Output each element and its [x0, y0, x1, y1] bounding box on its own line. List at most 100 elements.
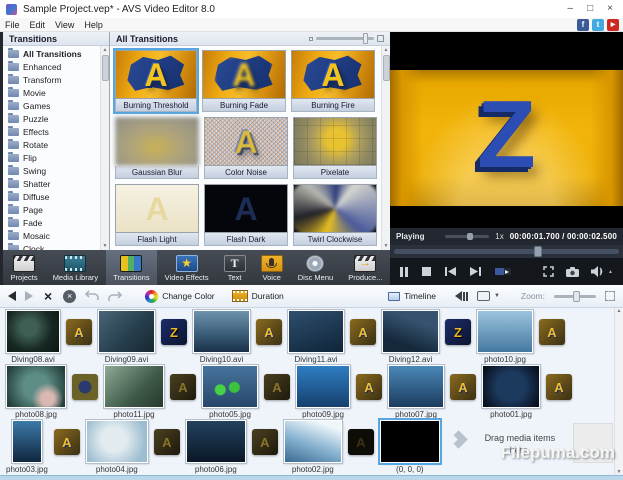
media-item-diving08-avi[interactable]: Diving08.avi	[6, 310, 60, 364]
menu-view[interactable]: View	[55, 20, 74, 30]
transition-mini[interactable]	[72, 374, 98, 400]
media-item-photo07-jpg[interactable]: photo07.jpg	[388, 365, 444, 419]
sidebar-item-enhanced[interactable]: Enhanced	[3, 60, 100, 73]
menu-edit[interactable]: Edit	[30, 20, 46, 30]
seek-handle[interactable]	[534, 246, 542, 257]
media-item-photo01-jpg[interactable]: photo01.jpg	[482, 365, 540, 419]
facebook-icon[interactable]: f	[577, 19, 589, 31]
timeline-scrollbar[interactable]: ▲ ▼	[614, 308, 623, 475]
transition-mini[interactable]: A	[348, 429, 374, 455]
redo-icon[interactable]	[108, 291, 122, 302]
seek-bar[interactable]	[390, 245, 623, 258]
maximize-button[interactable]: □	[587, 4, 593, 14]
transition-color-noise[interactable]: AColor Noise	[203, 116, 289, 180]
volume-expander-icon[interactable]: ▲	[608, 269, 613, 275]
scroll-down-icon[interactable]: ▼	[384, 242, 389, 250]
previous-frame-button[interactable]	[445, 267, 456, 276]
sidebar-item-puzzle[interactable]: Puzzle	[3, 112, 100, 125]
snapshot-button[interactable]	[566, 267, 579, 277]
media-item-photo09-jpg[interactable]: photo09.jpg	[296, 365, 350, 419]
transition-flash-dark[interactable]: AFlash Dark	[203, 183, 289, 247]
tab-text[interactable]: TText	[216, 250, 253, 285]
media-item-photo05-jpg[interactable]: photo05.jpg	[202, 365, 258, 419]
timeline-view-button[interactable]: Timeline	[388, 291, 436, 301]
transition-mini[interactable]: A	[170, 374, 196, 400]
scroll-up-icon[interactable]: ▲	[384, 46, 389, 54]
change-color-button[interactable]: Change Color	[145, 290, 214, 303]
sidebar-item-shatter[interactable]: Shatter	[3, 177, 100, 190]
close-button[interactable]: ×	[607, 4, 613, 14]
timeline-zoom-slider[interactable]	[554, 295, 596, 298]
speed-slider[interactable]	[445, 235, 489, 238]
transition-burning-fire[interactable]: ABurning Fire	[290, 49, 376, 113]
transition-flash-light[interactable]: AFlash Light	[114, 183, 200, 247]
tab-video-effects[interactable]: ★Video Effects	[157, 250, 216, 285]
scroll-thumb[interactable]	[383, 55, 390, 81]
scroll-up-icon[interactable]: ▲	[103, 46, 108, 54]
thumbnail-size-slider[interactable]	[309, 35, 384, 42]
sidebar-item-swing[interactable]: Swing	[3, 164, 100, 177]
sidebar-item-games[interactable]: Games	[3, 99, 100, 112]
delete-icon[interactable]: ×	[44, 289, 52, 303]
transition-mini[interactable]: A	[154, 429, 180, 455]
tab-transitions[interactable]: Transitions	[106, 250, 157, 285]
media-item-0-0-0[interactable]: (0, 0, 0)	[380, 420, 440, 474]
transition-mini[interactable]: A	[252, 429, 278, 455]
transition-mini[interactable]: A	[256, 319, 282, 345]
transition-burning-fade[interactable]: ABurning Fade	[201, 49, 287, 113]
delete-all-icon[interactable]: ×	[63, 290, 76, 303]
scroll-up-icon[interactable]: ▲	[617, 308, 622, 314]
transition-mini[interactable]: Z	[445, 319, 471, 345]
scroll-down-icon[interactable]: ▼	[103, 242, 108, 250]
menu-file[interactable]: File	[5, 20, 20, 30]
navigate-back-icon[interactable]	[8, 291, 16, 301]
pause-button[interactable]	[400, 267, 408, 277]
transition-mini[interactable]: A	[350, 319, 376, 345]
duration-button[interactable]: Duration	[232, 290, 284, 302]
volume-button[interactable]	[591, 266, 604, 277]
media-item-photo03-jpg[interactable]: photo03.jpg	[6, 420, 48, 474]
minimize-button[interactable]: –	[568, 4, 574, 14]
sidebar-scrollbar[interactable]: ▲ ▼	[100, 46, 109, 250]
tab-disc-menu[interactable]: Disc Menu	[290, 250, 341, 285]
sidebar-item-diffuse[interactable]: Diffuse	[3, 190, 100, 203]
transition-mini[interactable]: A	[54, 429, 80, 455]
next-frame-button[interactable]	[470, 267, 481, 276]
menu-help[interactable]: Help	[84, 20, 103, 30]
sidebar-item-transform[interactable]: Transform	[3, 73, 100, 86]
sidebar-item-page[interactable]: Page	[3, 203, 100, 216]
transition-mini[interactable]: A	[450, 374, 476, 400]
navigate-forward-icon[interactable]	[25, 291, 33, 301]
media-item-photo11-jpg[interactable]: photo11.jpg	[104, 365, 164, 419]
media-item-diving12-avi[interactable]: Diving12.avi	[382, 310, 439, 364]
media-item-photo10-jpg[interactable]: photo10.jpg	[477, 310, 533, 364]
media-item-photo02-jpg[interactable]: photo02.jpg	[284, 420, 342, 474]
transition-mini[interactable]: Z	[161, 319, 187, 345]
transition-mini[interactable]: A	[356, 374, 382, 400]
sidebar-item-mosaic[interactable]: Mosaic	[3, 229, 100, 242]
youtube-icon[interactable]: ▶	[607, 19, 619, 31]
audio-mixer-icon[interactable]	[455, 291, 468, 301]
grid-view-icon[interactable]	[377, 35, 384, 42]
sidebar-item-movie[interactable]: Movie	[3, 86, 100, 99]
scroll-down-icon[interactable]: ▼	[617, 469, 622, 475]
mini-speed-control[interactable]	[495, 268, 511, 275]
stop-button[interactable]	[422, 267, 431, 276]
media-item-diving11-avi[interactable]: Diving11.avi	[288, 310, 344, 364]
transition-burning-threshold[interactable]: ABurning Threshold	[113, 48, 199, 114]
fullscreen-button[interactable]	[543, 266, 554, 277]
media-item-photo04-jpg[interactable]: photo04.jpg	[86, 420, 148, 474]
media-item-photo08-jpg[interactable]: photo08.jpg	[6, 365, 66, 419]
tab-media-library[interactable]: Media Library	[45, 250, 106, 285]
sidebar-item-rotate[interactable]: Rotate	[3, 138, 100, 151]
twitter-icon[interactable]: t	[592, 19, 604, 31]
gallery-scrollbar[interactable]: ▲ ▼	[381, 46, 390, 250]
transition-mini[interactable]: A	[539, 319, 565, 345]
sidebar-item-clock[interactable]: Clock	[3, 242, 100, 250]
media-item-diving09-avi[interactable]: Diving09.avi	[98, 310, 155, 364]
transition-mini[interactable]: A	[546, 374, 572, 400]
sidebar-item-effects[interactable]: Effects	[3, 125, 100, 138]
tab-projects[interactable]: Projects	[3, 250, 45, 285]
undo-icon[interactable]	[85, 290, 99, 303]
transition-gaussian-blur[interactable]: Gaussian Blur	[114, 116, 200, 180]
